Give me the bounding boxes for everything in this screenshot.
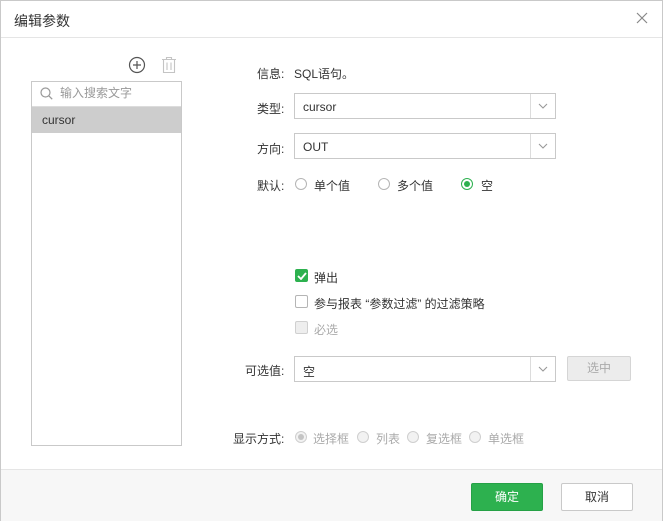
display-radio-list[interactable]: [357, 431, 369, 443]
ok-button[interactable]: 确定: [471, 483, 543, 511]
display-radio-checkbox[interactable]: [407, 431, 419, 443]
type-select[interactable]: cursor: [294, 93, 556, 119]
filter-strategy-checkbox[interactable]: [295, 295, 308, 308]
direction-select-value: OUT: [303, 140, 329, 154]
options-label: 可选值:: [245, 364, 285, 378]
chevron-down-icon[interactable]: [530, 94, 555, 118]
display-radio-list-label: 列表: [376, 432, 401, 446]
parameter-list: cursor: [31, 81, 182, 446]
display-label: 显示方式:: [233, 432, 285, 446]
search-icon: [40, 87, 53, 100]
display-radio-radio-label: 单选框: [488, 432, 525, 446]
default-label: 默认:: [257, 179, 285, 193]
popup-checkbox-label: 弹出: [314, 271, 339, 285]
dialog-title: 编辑参数: [14, 13, 70, 29]
chevron-down-icon[interactable]: [530, 134, 555, 158]
direction-select[interactable]: OUT: [294, 133, 556, 159]
add-parameter-icon[interactable]: [128, 56, 146, 77]
type-select-value: cursor: [303, 100, 337, 114]
info-label: 信息:: [257, 67, 285, 81]
chevron-down-icon[interactable]: [530, 357, 555, 381]
cancel-button[interactable]: 取消: [561, 483, 633, 511]
default-radio-empty-label: 空: [481, 179, 494, 193]
options-select-value: 空: [303, 365, 316, 379]
required-checkbox[interactable]: [295, 321, 308, 334]
default-radio-multiple[interactable]: [378, 178, 390, 190]
popup-checkbox[interactable]: [295, 269, 308, 282]
default-radio-multiple-label: 多个值: [397, 179, 434, 193]
parameter-search: [32, 82, 181, 107]
display-radio-radio[interactable]: [469, 431, 481, 443]
display-radio-combobox[interactable]: [295, 431, 307, 443]
dialog-footer: 确定 取消: [1, 469, 662, 521]
select-button[interactable]: 选中: [567, 356, 631, 381]
delete-parameter-icon[interactable]: [161, 56, 177, 77]
required-checkbox-label: 必选: [314, 323, 339, 337]
filter-strategy-checkbox-label: 参与报表 “参数过滤” 的过滤策略: [314, 297, 485, 311]
display-radio-checkbox-label: 复选框: [426, 432, 463, 446]
options-select[interactable]: 空: [294, 356, 556, 382]
direction-label: 方向:: [257, 142, 285, 156]
dialog-titlebar: 编辑参数: [1, 1, 662, 38]
edit-parameter-dialog: 编辑参数 cursor 信息: SQL语句。 类型:: [0, 0, 663, 521]
default-radio-single[interactable]: [295, 178, 307, 190]
type-label: 类型:: [257, 102, 285, 116]
info-value: SQL语句。: [294, 67, 355, 81]
close-icon[interactable]: [635, 11, 649, 25]
list-item-cursor[interactable]: cursor: [32, 107, 181, 133]
default-radio-empty[interactable]: [461, 178, 473, 190]
search-input[interactable]: [60, 84, 175, 102]
display-radio-combobox-label: 选择框: [313, 432, 350, 446]
default-radio-single-label: 单个值: [314, 179, 351, 193]
